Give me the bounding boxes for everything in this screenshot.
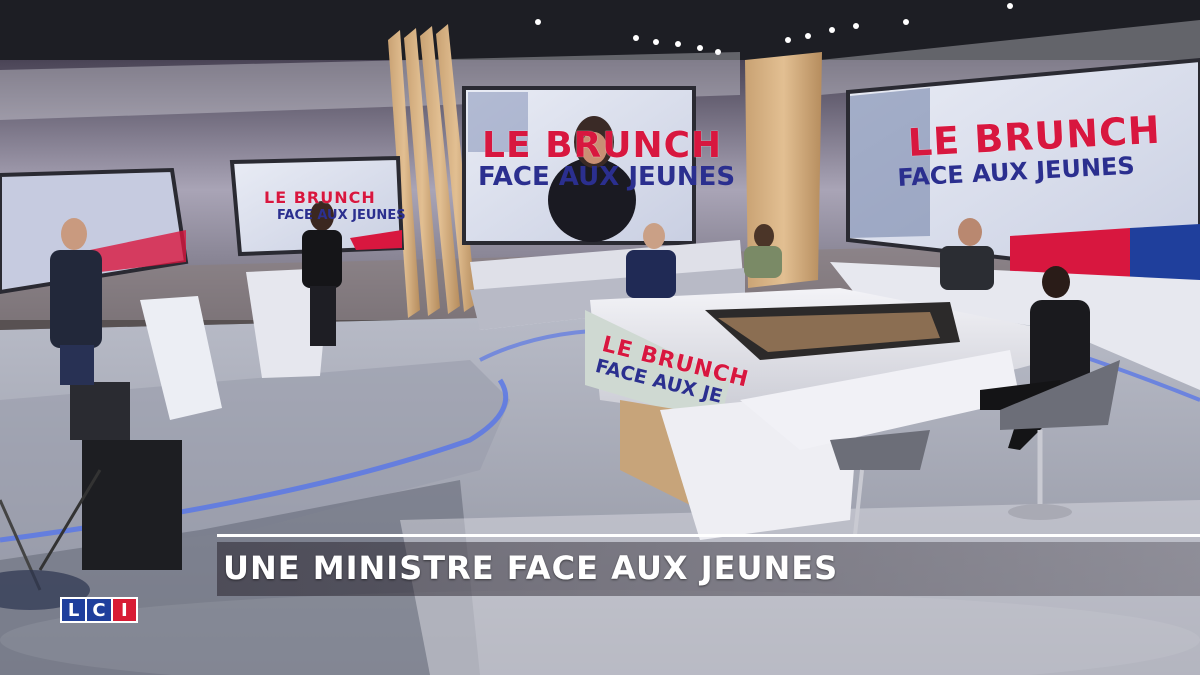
lower-third-banner: UNE MINISTRE FACE AUX JEUNES: [217, 534, 1200, 596]
screen-left-small-subtitle: FACE AUX JEUNES: [277, 208, 406, 223]
screen-center-title: LE BRUNCH: [482, 125, 723, 166]
headline-text: UNE MINISTRE FACE AUX JEUNES: [223, 549, 839, 587]
logo-letter-l: L: [62, 599, 86, 621]
tv-studio-frame: LE BRUNCH FACE AUX JEUNES LE BRUNCH FACE…: [0, 0, 1200, 675]
screen-center-subtitle: FACE AUX JEUNES: [478, 162, 736, 192]
screen-left-small-title: LE BRUNCH: [264, 188, 376, 207]
lci-channel-logo: L C I: [60, 597, 138, 623]
banner-top-line: [217, 534, 1200, 537]
logo-letter-i: I: [112, 599, 136, 621]
logo-letter-c: C: [85, 599, 113, 621]
